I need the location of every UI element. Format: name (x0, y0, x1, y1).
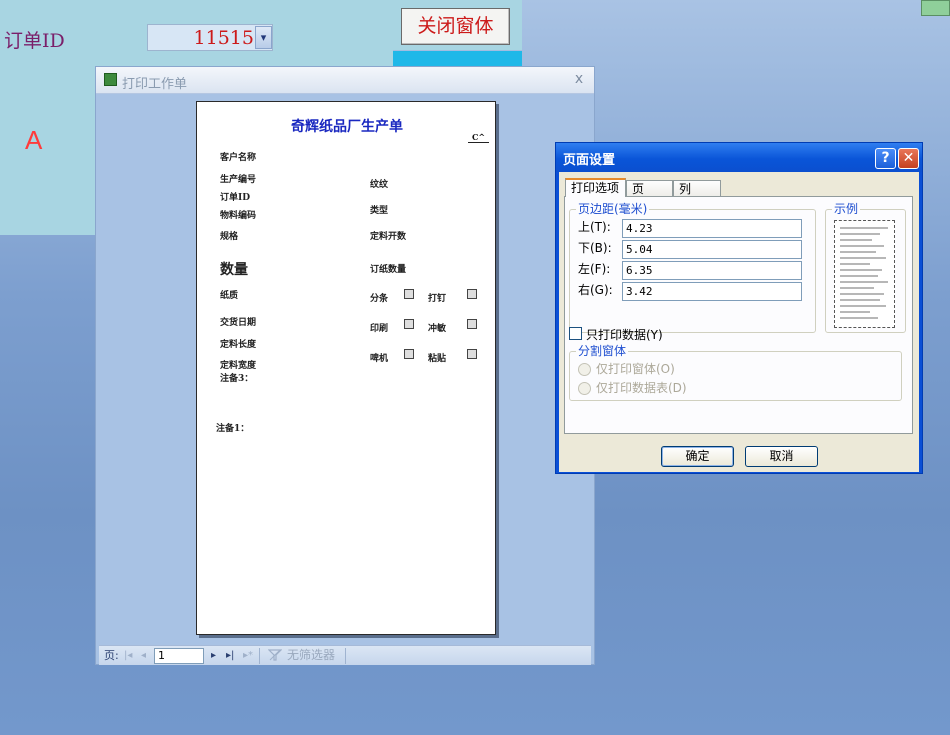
margins-group-label: 页边距(毫米) (576, 202, 650, 216)
sample-group-label: 示例 (832, 202, 861, 216)
glue-label: 粘贴 (428, 354, 447, 364)
margins-group: 页边距(毫米) 上(T): 4.23 下(B): 5.04 左(F): 6.35… (569, 202, 816, 333)
new-record-icon[interactable]: ▸* (243, 648, 253, 663)
cyan-strip (393, 51, 522, 67)
right-margin-label: 右(G): (578, 283, 613, 297)
cut-width-label: 定料宽度 (220, 361, 257, 371)
glue-checkbox (467, 349, 477, 359)
paper-quality-label: 纸质 (220, 291, 239, 301)
machine-checkbox (404, 349, 414, 359)
cancel-button[interactable]: 取消 (745, 446, 818, 467)
top-margin-input[interactable]: 4.23 (622, 219, 802, 238)
preview-title: 打印工作单 (122, 77, 188, 92)
next-page-icon[interactable]: ▸ (211, 648, 216, 663)
customer-label: 客户名称 (220, 153, 257, 163)
print-preview-window: 打印工作单 x 奇辉纸品厂生产单 C^ 客户名称 生产编号 订单ID 物料编码 … (95, 66, 595, 665)
order-id-combobox[interactable]: 11515 ▾ (147, 24, 273, 51)
quantity-label: 数量 (220, 262, 248, 278)
last-page-icon[interactable]: ▸| (226, 648, 234, 663)
order-id-value[interactable]: 11515 (148, 27, 254, 49)
remark3-label: 注备3： (220, 374, 254, 384)
filter-icon[interactable] (267, 648, 283, 667)
first-page-icon[interactable]: |◂ (124, 648, 132, 663)
sheet-title: 奇辉纸品厂生产单 (291, 119, 403, 135)
top-margin-label: 上(T): (578, 220, 611, 234)
order-id-label: 订单ID (4, 30, 65, 52)
bottom-margin-label: 下(B): (578, 241, 612, 255)
right-margin-input[interactable]: 3.42 (622, 282, 802, 301)
type-label: 类型 (370, 206, 389, 216)
dialog-titlebar[interactable]: 页面设置 ? ✕ (556, 143, 922, 172)
ok-button[interactable]: 确定 (661, 446, 734, 467)
status-separator (345, 648, 346, 664)
status-separator (259, 648, 260, 664)
print-datasheet-only-label[interactable]: 仅打印数据表(D) (596, 381, 687, 396)
cut-length-label: 定料长度 (220, 340, 257, 350)
bottom-margin-input[interactable]: 5.04 (622, 240, 802, 259)
prod-no-label: 生产编号 (220, 175, 257, 185)
preview-titlebar[interactable]: 打印工作单 x (96, 67, 594, 94)
order-id-field-label: 订单ID (220, 193, 251, 203)
corner-indicator (921, 0, 950, 16)
split-form-group-label: 分割窗体 (576, 344, 629, 358)
print-form-only-radio[interactable] (578, 363, 591, 376)
slit-label: 分条 (370, 294, 389, 304)
page-setup-dialog: 页面设置 ? ✕ 打印选项 页 列 页边距(毫米) 上(T): 4.23 下(B… (555, 142, 923, 474)
staple-label: 打钉 (428, 294, 447, 304)
no-filter-label[interactable]: 无筛选器 (287, 648, 335, 663)
record-navigation-bar: 页: |◂ ◂ 1 ▸ ▸| ▸* 无筛选器 (99, 645, 591, 665)
delivery-label: 交货日期 (220, 318, 257, 328)
pattern-label: 纹纹 (370, 180, 389, 190)
letter-a-label: A (25, 125, 43, 155)
close-button-area: 关闭窗体 (393, 0, 522, 50)
print-data-only-label[interactable]: 只打印数据(Y) (586, 326, 663, 343)
close-icon[interactable]: ✕ (898, 148, 919, 169)
dialog-title: 页面设置 (563, 153, 616, 168)
left-margin-input[interactable]: 6.35 (622, 261, 802, 280)
page-label: 页: (104, 649, 119, 662)
close-form-button[interactable]: 关闭窗体 (401, 8, 510, 45)
sample-group: 示例 (825, 202, 906, 333)
preview-canvas: 奇辉纸品厂生产单 C^ 客户名称 生产编号 订单ID 物料编码 规格 纹纹 类型… (99, 95, 591, 645)
print-checkbox (404, 319, 414, 329)
material-code-label: 物料编码 (220, 211, 257, 221)
sample-page-preview (834, 220, 895, 328)
machine-label: 啤机 (370, 354, 389, 364)
print-datasheet-only-radio[interactable] (578, 382, 591, 395)
tab-print-options[interactable]: 打印选项 (565, 178, 626, 197)
chevron-down-icon[interactable]: ▾ (255, 26, 272, 49)
report-icon (104, 73, 117, 86)
print-options-panel: 页边距(毫米) 上(T): 4.23 下(B): 5.04 左(F): 6.35… (564, 196, 913, 434)
die-cut-checkbox (467, 319, 477, 329)
spec-label: 规格 (220, 232, 239, 242)
staple-checkbox (467, 289, 477, 299)
print-label: 印刷 (370, 324, 389, 334)
die-cut-label: 冲敏 (428, 324, 447, 334)
slit-checkbox (404, 289, 414, 299)
help-icon[interactable]: ? (875, 148, 896, 169)
print-form-only-label[interactable]: 仅打印窗体(O) (596, 362, 675, 377)
print-data-only-checkbox[interactable] (569, 327, 582, 340)
left-margin-label: 左(F): (578, 262, 611, 276)
page-number-input[interactable]: 1 (154, 648, 204, 664)
corner-mark: C^ (468, 132, 489, 143)
paper-qty-label: 订纸数量 (370, 265, 407, 275)
close-icon[interactable]: x (572, 71, 586, 87)
cut-open-label: 定料开数 (370, 232, 407, 242)
remark1-label: 注备1： (216, 424, 250, 434)
report-page: 奇辉纸品厂生产单 C^ 客户名称 生产编号 订单ID 物料编码 规格 纹纹 类型… (196, 101, 496, 635)
dialog-body: 打印选项 页 列 页边距(毫米) 上(T): 4.23 下(B): 5.04 左… (559, 172, 919, 472)
split-form-group: 分割窗体 仅打印窗体(O) 仅打印数据表(D) (569, 344, 902, 401)
prev-page-icon[interactable]: ◂ (141, 648, 146, 663)
